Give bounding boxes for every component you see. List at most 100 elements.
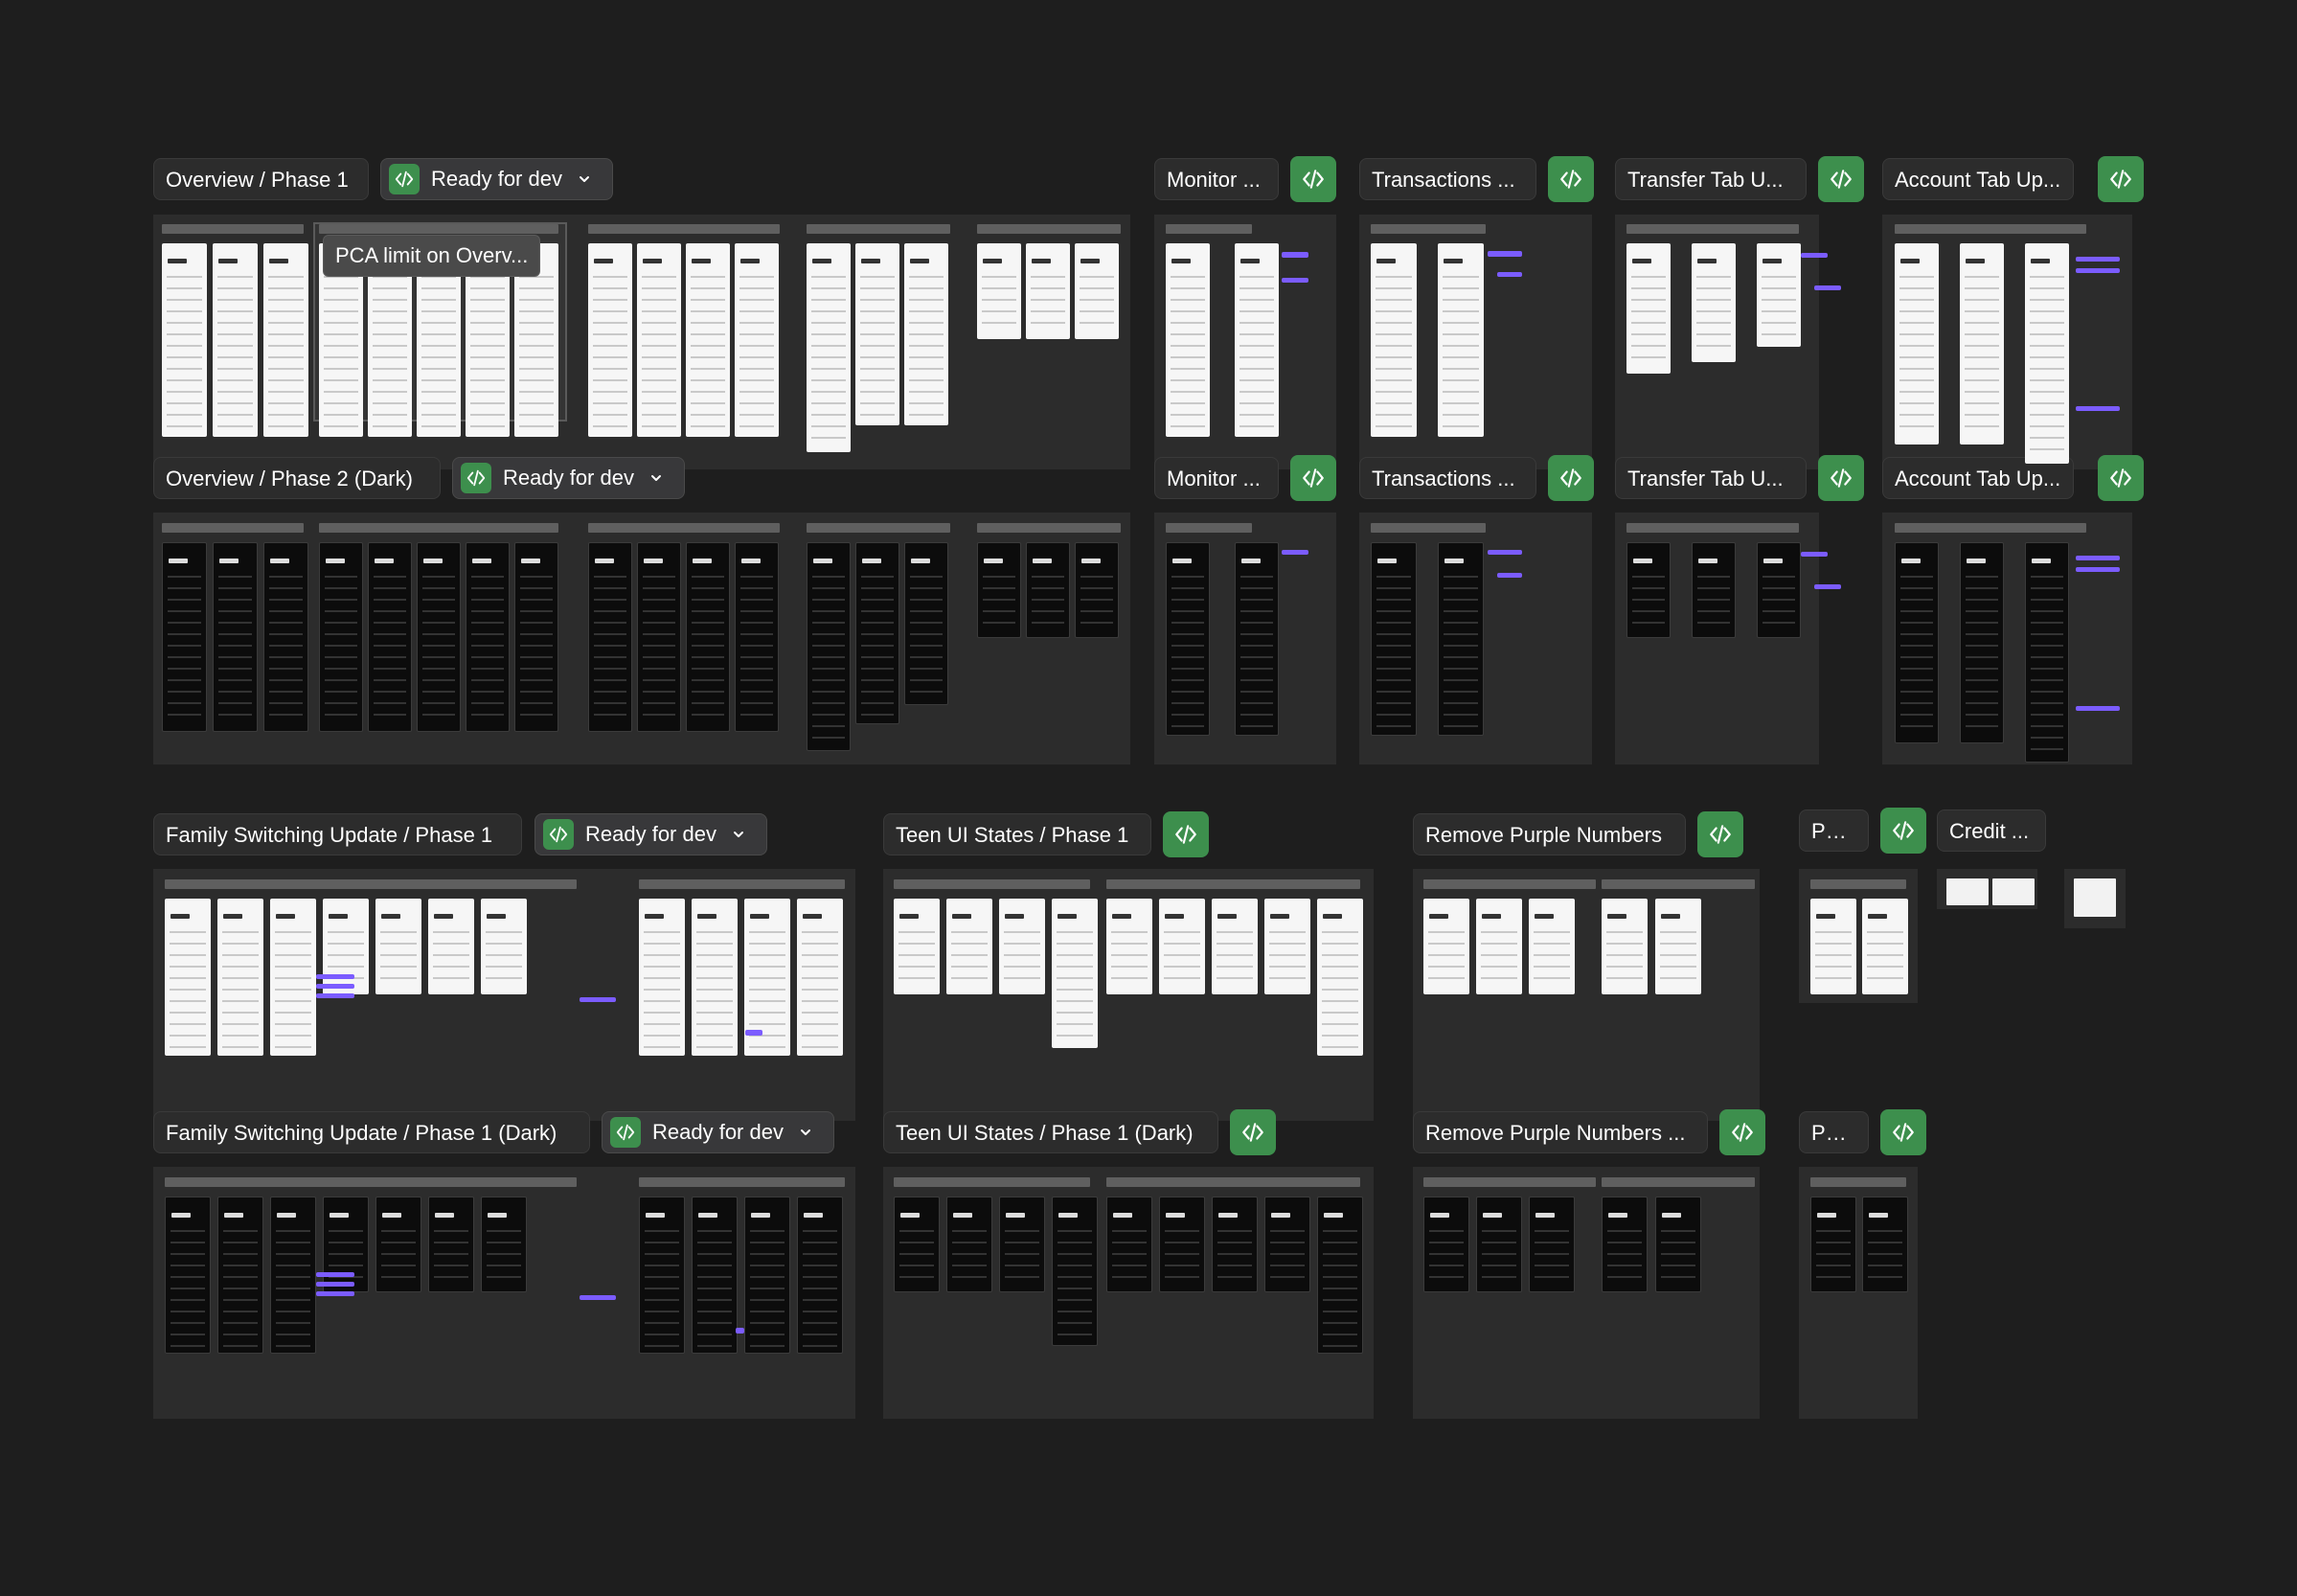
phone-screen[interactable]: [1371, 243, 1417, 437]
screen-group[interactable]: [1106, 879, 1363, 1129]
section-title-credit[interactable]: Credit ...: [1937, 809, 2046, 852]
phone-screen[interactable]: [1371, 542, 1417, 736]
phone-screen[interactable]: [1960, 542, 2004, 743]
screen-group[interactable]: [807, 523, 950, 772]
phone-screen[interactable]: [1106, 1197, 1152, 1292]
phone-screen[interactable]: [2025, 542, 2069, 763]
phone-screen[interactable]: [735, 243, 779, 437]
phone-screen[interactable]: [263, 243, 308, 437]
phone-screen[interactable]: [637, 243, 681, 437]
annotation-note[interactable]: [316, 1272, 354, 1277]
screen-group[interactable]: [1166, 224, 1279, 473]
phone-screen[interactable]: [1602, 1197, 1648, 1292]
annotation-note[interactable]: [2076, 406, 2120, 411]
phone-screen[interactable]: [1106, 899, 1152, 994]
screen-group[interactable]: [1895, 224, 2086, 473]
phone-screen[interactable]: [797, 899, 843, 1056]
dev-mode-button[interactable]: [2098, 455, 2144, 501]
section-title-pc[interactable]: PC...: [1799, 809, 1869, 852]
phone-screen[interactable]: [1626, 243, 1671, 374]
phone-screen[interactable]: [1052, 899, 1098, 1048]
screen-group[interactable]: [807, 224, 950, 473]
phone-screen[interactable]: [692, 1197, 738, 1354]
phone-screen[interactable]: [368, 542, 412, 732]
phone-screen[interactable]: [1159, 1197, 1205, 1292]
phone-screen[interactable]: [1235, 243, 1279, 437]
screen-group[interactable]: [1371, 523, 1486, 772]
screen-group[interactable]: [319, 523, 558, 772]
phone-screen[interactable]: [999, 899, 1045, 994]
phone-screen[interactable]: [428, 1197, 474, 1292]
phone-screen[interactable]: [904, 243, 948, 425]
phone-screen[interactable]: [1026, 243, 1070, 339]
phone-screen[interactable]: [514, 542, 558, 732]
phone-screen[interactable]: [162, 243, 207, 437]
phone-screen[interactable]: [1862, 899, 1908, 994]
screen-group[interactable]: [165, 879, 577, 1129]
phone-screen[interactable]: [1895, 243, 1939, 445]
phone-screen[interactable]: [894, 899, 940, 994]
phone-screen[interactable]: [735, 542, 779, 732]
section-title-transfer-tab[interactable]: Transfer Tab U...: [1615, 158, 1807, 200]
dev-mode-button[interactable]: [1697, 811, 1743, 857]
screen-group[interactable]: [1423, 879, 1615, 1129]
phone-screen[interactable]: [165, 899, 211, 1056]
annotation-note[interactable]: [2076, 257, 2120, 262]
screen-group[interactable]: [977, 523, 1121, 772]
screen-group[interactable]: [1602, 1177, 1755, 1426]
phone-screen[interactable]: [375, 1197, 421, 1292]
screen-group[interactable]: [894, 1177, 1098, 1426]
phone-screen[interactable]: [1476, 899, 1522, 994]
phone-screen[interactable]: [1235, 542, 1279, 736]
phone-screen[interactable]: [1626, 542, 1671, 638]
annotation-note[interactable]: [580, 1295, 616, 1300]
phone-screen[interactable]: [855, 243, 899, 425]
phone-screen[interactable]: [375, 899, 421, 994]
phone-screen[interactable]: [686, 542, 730, 732]
phone-screen[interactable]: [1655, 1197, 1701, 1292]
section-title-family-phase-1[interactable]: Family Switching Update / Phase 1: [153, 813, 522, 855]
annotation-note[interactable]: [316, 984, 354, 989]
annotation-note[interactable]: [1282, 252, 1308, 258]
phone-screen[interactable]: [1212, 1197, 1258, 1292]
screen-group[interactable]: [639, 1177, 845, 1426]
dev-mode-button[interactable]: [1548, 156, 1594, 202]
phone-screen[interactable]: [213, 542, 258, 732]
phone-screen[interactable]: [481, 899, 527, 994]
phone-screen[interactable]: [946, 1197, 992, 1292]
phone-screen[interactable]: [270, 1197, 316, 1354]
screen-group[interactable]: [1895, 523, 2086, 772]
annotation-note[interactable]: [2076, 567, 2120, 572]
screen-group[interactable]: [894, 879, 1098, 1129]
phone-screen[interactable]: [1757, 243, 1801, 347]
annotation-note[interactable]: [1801, 552, 1828, 557]
annotation-note[interactable]: [1282, 278, 1308, 283]
dev-mode-button[interactable]: [1163, 811, 1209, 857]
phone-screen[interactable]: [807, 542, 851, 751]
phone-screen[interactable]: [1438, 542, 1484, 736]
dev-mode-button[interactable]: [1548, 455, 1594, 501]
annotation-note[interactable]: [1801, 253, 1828, 258]
annotation-note[interactable]: [1497, 272, 1522, 277]
annotation-note[interactable]: [2076, 706, 2120, 711]
phone-screen[interactable]: [263, 542, 308, 732]
dev-mode-button[interactable]: [1880, 808, 1926, 854]
annotation-note[interactable]: [1814, 285, 1841, 290]
phone-screen[interactable]: [1438, 243, 1484, 437]
annotation-note[interactable]: [1488, 251, 1522, 257]
screen-group[interactable]: [588, 224, 780, 473]
dev-mode-button[interactable]: [1818, 455, 1864, 501]
phone-screen[interactable]: [999, 1197, 1045, 1292]
screen-group[interactable]: [1602, 879, 1755, 1129]
phone-screen[interactable]: [1862, 1197, 1908, 1292]
screen-group[interactable]: [162, 523, 308, 772]
phone-screen[interactable]: [1602, 899, 1648, 994]
annotation-note[interactable]: [1488, 550, 1522, 555]
credit-frame-thumbnail[interactable]: [1992, 878, 2035, 905]
phone-screen[interactable]: [637, 542, 681, 732]
phone-screen[interactable]: [807, 243, 851, 452]
screen-group[interactable]: [1106, 1177, 1363, 1426]
screen-group[interactable]: [588, 523, 780, 772]
phone-screen[interactable]: [1423, 899, 1469, 994]
screen-group[interactable]: [1626, 523, 1801, 772]
